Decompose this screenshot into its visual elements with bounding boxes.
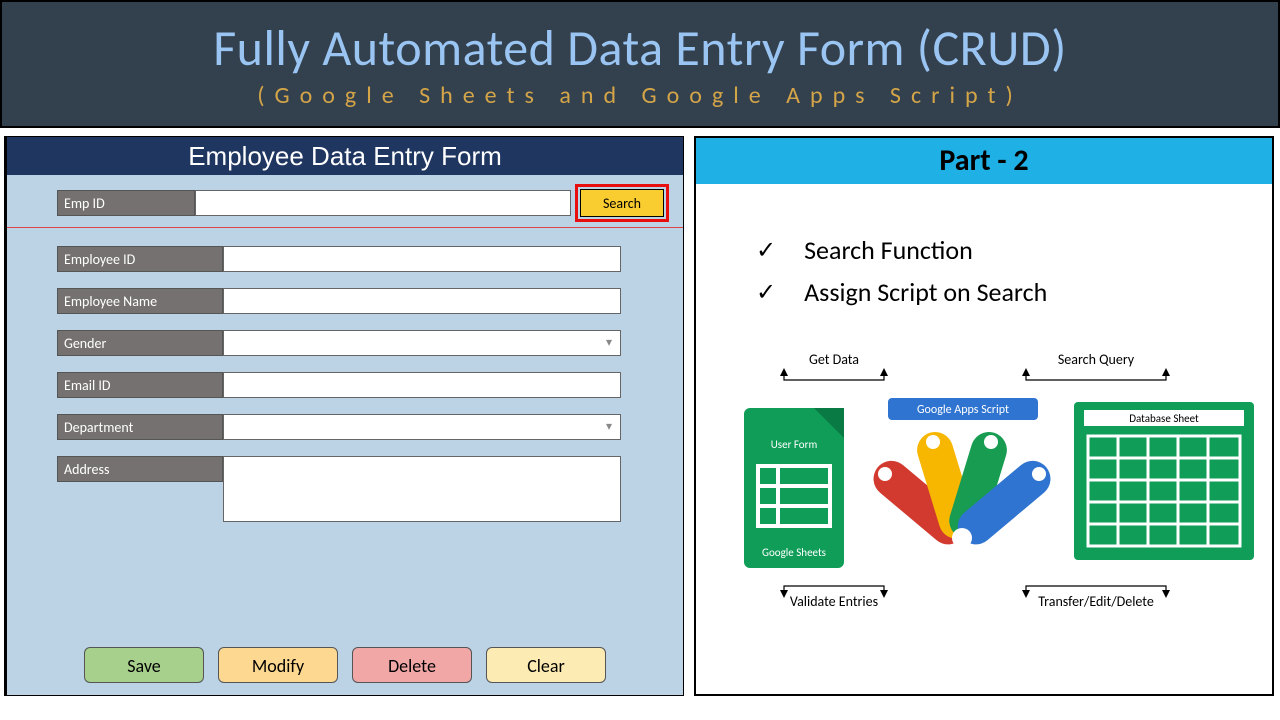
check-icon: ✓	[756, 278, 776, 307]
gender-dropdown[interactable]	[223, 330, 621, 356]
title-banner: Fully Automated Data Entry Form (CRUD) (…	[0, 0, 1280, 128]
search-button-highlight: Search	[575, 184, 669, 222]
field-row: Department	[57, 414, 669, 440]
gender-label: Gender	[57, 330, 223, 356]
search-query-label: Search Query	[1058, 351, 1135, 368]
field-row: Email ID	[57, 372, 669, 398]
bullet-list: ✓ Search Function ✓ Assign Script on Sea…	[756, 234, 1272, 318]
bullet-item: ✓ Search Function	[756, 234, 1272, 266]
part-header: Part - 2	[696, 138, 1272, 184]
field-row: Employee ID	[57, 246, 669, 272]
clear-button[interactable]: Clear	[486, 647, 606, 683]
database-sheet-icon: Database Sheet	[1074, 402, 1254, 560]
employee-id-input[interactable]	[223, 246, 621, 272]
modify-button[interactable]: Modify	[218, 647, 338, 683]
email-id-label: Email ID	[57, 372, 223, 398]
field-row: Address	[57, 456, 669, 522]
bullet-text: Search Function	[804, 234, 973, 266]
email-id-input[interactable]	[223, 372, 621, 398]
google-sheets-icon: User Form Google Sheets	[744, 408, 844, 568]
svg-text:Database Sheet: Database Sheet	[1129, 412, 1199, 425]
employee-name-label: Employee Name	[57, 288, 223, 314]
transfer-edit-delete-label: Transfer/Edit/Delete	[1038, 593, 1154, 610]
fields-container: Employee ID Employee Name Gender Email I…	[57, 246, 669, 522]
get-data-label: Get Data	[809, 351, 859, 368]
delete-button[interactable]: Delete	[352, 647, 472, 683]
main-title: Fully Automated Data Entry Form (CRUD)	[213, 18, 1067, 79]
architecture-diagram: Get Data Search Query Validate Entries T…	[696, 318, 1272, 694]
search-row: Emp ID Search	[57, 187, 669, 219]
field-row: Gender	[57, 330, 669, 356]
check-icon: ✓	[756, 236, 776, 265]
employee-form-panel: Employee Data Entry Form Emp ID Search E…	[4, 136, 684, 696]
divider-line	[7, 227, 683, 228]
svg-text:User Form: User Form	[771, 438, 818, 451]
department-label: Department	[57, 414, 223, 440]
svg-text:Google Apps Script: Google Apps Script	[917, 403, 1009, 417]
employee-name-input[interactable]	[223, 288, 621, 314]
action-buttons: Save Modify Delete Clear	[7, 647, 683, 683]
bullet-item: ✓ Assign Script on Search	[756, 276, 1272, 308]
emp-id-search-label: Emp ID	[57, 190, 195, 216]
address-textarea[interactable]	[223, 456, 621, 522]
save-button[interactable]: Save	[84, 647, 204, 683]
form-title: Employee Data Entry Form	[7, 137, 683, 175]
address-label: Address	[57, 456, 223, 482]
sub-title: (Google Sheets and Google Apps Script)	[257, 81, 1023, 110]
search-button[interactable]: Search	[580, 189, 664, 217]
right-panel: Part - 2 ✓ Search Function ✓ Assign Scri…	[694, 136, 1274, 696]
department-dropdown[interactable]	[223, 414, 621, 440]
emp-id-search-input[interactable]	[195, 190, 571, 216]
bullet-text: Assign Script on Search	[804, 276, 1047, 308]
employee-id-label: Employee ID	[57, 246, 223, 272]
field-row: Employee Name	[57, 288, 669, 314]
svg-text:Google Sheets: Google Sheets	[762, 546, 826, 559]
apps-script-icon: Google Apps Script	[866, 398, 1058, 552]
validate-entries-label: Validate Entries	[790, 593, 878, 610]
